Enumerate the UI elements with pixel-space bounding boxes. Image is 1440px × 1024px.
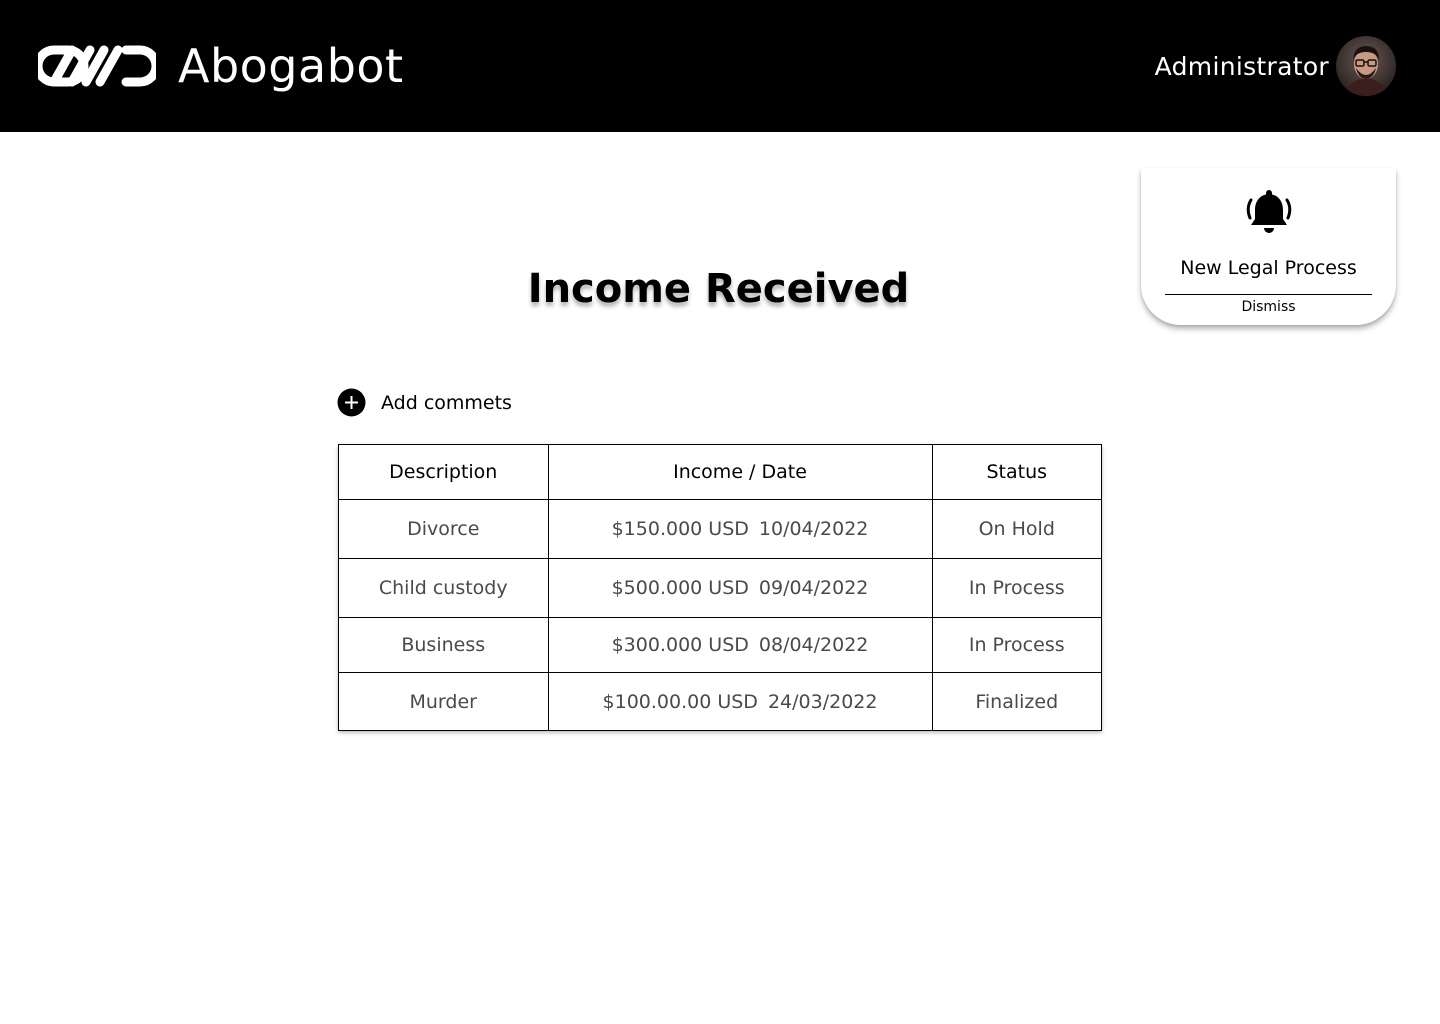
table-header-row: Description Income / Date Status: [339, 445, 1101, 500]
column-header-income-date[interactable]: Income / Date: [548, 445, 933, 500]
add-comments-button[interactable]: Add commets: [337, 388, 512, 417]
add-comments-label: Add commets: [381, 391, 512, 414]
cell-amount: $150.000 USD: [611, 517, 749, 540]
cell-amount: $300.000 USD: [611, 633, 749, 656]
linked-chain-logo-icon: [38, 45, 156, 87]
cell-date: 10/04/2022: [758, 517, 869, 540]
table-row[interactable]: Child custody $500.000 USD 09/04/2022 In …: [339, 558, 1101, 618]
cell-income-date: $300.000 USD 08/04/2022: [548, 617, 933, 673]
user-role-label: Administrator: [1154, 51, 1329, 81]
brand-name: Abogabot: [178, 39, 404, 93]
cell-date: 08/04/2022: [758, 633, 869, 656]
income-table: Description Income / Date Status Divorce…: [338, 444, 1102, 731]
cell-date: 24/03/2022: [767, 690, 878, 713]
cell-description: Divorce: [339, 499, 549, 559]
cell-income-date: $500.000 USD 09/04/2022: [548, 558, 933, 618]
cell-amount: $100.00.00 USD: [602, 690, 758, 713]
cell-status: Finalized: [975, 690, 1059, 713]
table-row[interactable]: Business $300.000 USD 08/04/2022 In Proce…: [339, 617, 1101, 673]
table-row[interactable]: Divorce $150.000 USD 10/04/2022 On Hold: [339, 499, 1101, 559]
brand-home-link[interactable]: Abogabot: [38, 36, 404, 96]
user-menu[interactable]: Administrator: [1155, 36, 1396, 96]
cell-description: Murder: [339, 672, 549, 731]
table-row[interactable]: Murder $100.00.00 USD 24/03/2022 Finalize…: [339, 672, 1101, 731]
cell-income-date: $100.00.00 USD 24/03/2022: [548, 672, 933, 731]
cell-description: Business: [339, 617, 549, 673]
plus-circle-icon: [337, 388, 366, 417]
cell-amount: $500.000 USD: [611, 576, 749, 599]
page-title: Income Received: [527, 266, 910, 312]
cell-status: On Hold: [932, 499, 1101, 559]
cell-date: 09/04/2022: [758, 576, 869, 599]
bell-ringing-icon: [1246, 190, 1292, 233]
column-header-status[interactable]: Status: [932, 445, 1101, 500]
avatar[interactable]: [1336, 36, 1396, 96]
cell-income-date: $150.000 USD 10/04/2022: [548, 499, 933, 559]
column-header-description[interactable]: Description: [339, 445, 549, 500]
top-navigation-bar: Abogabot Administrator: [0, 0, 1440, 132]
cell-status: In Process: [932, 558, 1101, 618]
cell-description: Child custody: [339, 558, 549, 618]
cell-status: In Process: [932, 617, 1101, 673]
